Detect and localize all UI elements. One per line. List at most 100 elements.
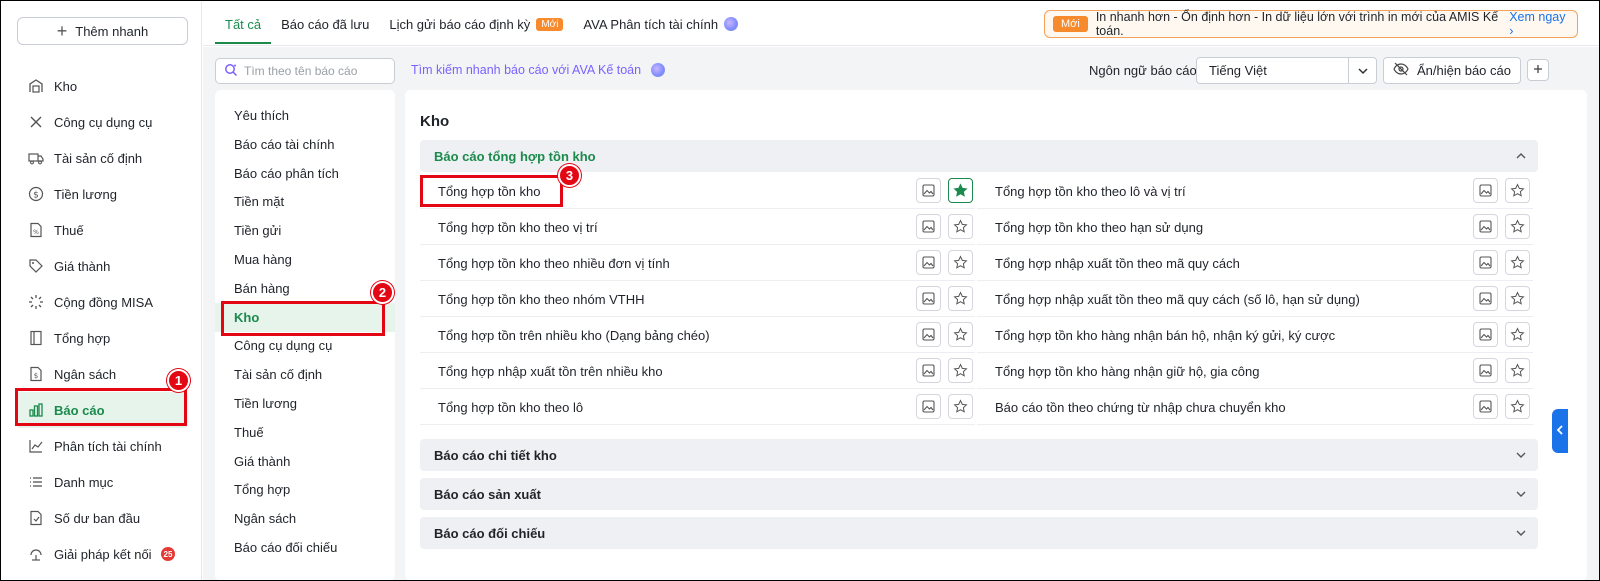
report-category-item[interactable]: Báo cáo đối chiếu (215, 533, 395, 562)
report-language-select[interactable]: Tiếng Việt (1196, 57, 1377, 84)
report-name-link[interactable]: Tổng hợp tồn kho theo nhóm VTHH (438, 292, 645, 307)
report-name-link[interactable]: Tổng hợp tồn kho (438, 184, 540, 199)
star-icon[interactable] (1505, 250, 1530, 275)
tab-all[interactable]: Tất cả (215, 2, 272, 46)
report-category-item[interactable]: Tiền mặt (215, 187, 395, 216)
report-search-input[interactable] (244, 64, 384, 78)
preview-image-icon[interactable] (916, 286, 941, 311)
star-filled-icon[interactable] (948, 178, 973, 203)
tab-ava-financial-analysis[interactable]: AVA Phân tích tài chính (573, 2, 748, 46)
sidebar-item[interactable]: Giải pháp kết nối 25 (16, 536, 188, 572)
star-icon[interactable] (1505, 394, 1530, 419)
sidebar-item-label: Công cụ dụng cụ (54, 114, 153, 130)
star-icon[interactable] (948, 358, 973, 383)
tab-saved-reports[interactable]: Báo cáo đã lưu (271, 2, 379, 46)
star-icon[interactable] (1505, 214, 1530, 239)
report-category-item[interactable]: Thuế (215, 418, 395, 447)
report-name-link[interactable]: Tổng hợp tồn kho hàng nhận giữ hộ, gia c… (995, 364, 1259, 379)
sidebar-item[interactable]: Giá thành (16, 248, 188, 284)
report-name-link[interactable]: Tổng hợp nhập xuất tồn theo mã quy cách (995, 256, 1240, 271)
report-name-link[interactable]: Tổng hợp nhập xuất tồn trên nhiều kho (438, 364, 663, 379)
sidebar-item[interactable]: Tài sản cố định (16, 140, 188, 176)
report-category-item[interactable]: Giá thành (215, 447, 395, 476)
report-category-item[interactable]: Công cụ dụng cụ (215, 331, 395, 360)
report-category-item[interactable]: Yêu thích (215, 101, 395, 130)
new-badge: Mới (1053, 16, 1088, 32)
ava-quick-search-link[interactable]: Tìm kiếm nhanh báo cáo với AVA Kế toán (411, 63, 666, 77)
report-name-link[interactable]: Báo cáo tồn theo chứng từ nhập chưa chuy… (995, 400, 1286, 415)
show-hide-reports-button[interactable]: Ẩn/hiện báo cáo (1383, 57, 1521, 84)
star-icon[interactable] (948, 214, 973, 239)
report-category-item[interactable]: Tiền gửi (215, 216, 395, 245)
report-name-link[interactable]: Tổng hợp nhập xuất tồn theo mã quy cách … (995, 292, 1360, 307)
report-category-item[interactable]: Ngân sách (215, 504, 395, 533)
star-icon[interactable] (948, 322, 973, 347)
report-name-link[interactable]: Tổng hợp tồn kho theo lô (438, 400, 583, 415)
sidebar-item[interactable]: Danh mục (16, 464, 188, 500)
report-name-link[interactable]: Tổng hợp tồn kho theo nhiều đơn vị tính (438, 256, 670, 271)
sidebar-item[interactable]: Tổng hợp (16, 320, 188, 356)
ai-search-icon (224, 63, 238, 80)
report-category-item[interactable]: Báo cáo tài chính (215, 130, 395, 159)
truck-icon (28, 150, 44, 166)
report-category-item[interactable]: Tổng hợp (215, 475, 395, 504)
report-name-link[interactable]: Tổng hợp tồn kho theo lô và vị trí (995, 184, 1186, 199)
report-group-header[interactable]: Báo cáo chi tiết kho (420, 439, 1538, 471)
sidebar-item[interactable]: Công cụ dụng cụ (16, 104, 188, 140)
sidebar-item[interactable]: $ Tiền lương (16, 176, 188, 212)
preview-image-icon[interactable] (1473, 358, 1498, 383)
preview-image-icon[interactable] (1473, 286, 1498, 311)
preview-image-icon[interactable] (1473, 214, 1498, 239)
report-name-link[interactable]: Tổng hợp tồn kho hàng nhận bán hộ, nhận … (995, 328, 1335, 343)
preview-image-icon[interactable] (1473, 394, 1498, 419)
star-icon[interactable] (948, 250, 973, 275)
report-category-item[interactable]: Kho (215, 302, 395, 332)
star-icon[interactable] (948, 394, 973, 419)
preview-image-icon[interactable] (916, 178, 941, 203)
report-category-item[interactable]: Mua hàng (215, 245, 395, 274)
summary-icon (28, 330, 44, 346)
report-name-link[interactable]: Tổng hợp tồn trên nhiều kho (Dạng bảng c… (438, 328, 710, 343)
sidebar-item-label: Tổng hợp (54, 330, 111, 346)
sidebar-item-label: Giải pháp kết nối (54, 546, 152, 562)
sidebar-item-label: Phân tích tài chính (54, 438, 162, 454)
view-now-link[interactable]: Xem ngay › (1509, 10, 1569, 38)
report-category-item[interactable]: Báo cáo phân tích (215, 159, 395, 188)
preview-image-icon[interactable] (916, 394, 941, 419)
report-name-link[interactable]: Tổng hợp tồn kho theo hạn sử dụng (995, 220, 1203, 235)
preview-image-icon[interactable] (1473, 322, 1498, 347)
preview-image-icon[interactable] (916, 358, 941, 383)
preview-image-icon[interactable] (916, 250, 941, 275)
report-group-header[interactable]: Báo cáo sản xuất (420, 478, 1538, 510)
preview-image-icon[interactable] (1473, 250, 1498, 275)
sidebar-item[interactable]: Kho (16, 68, 188, 104)
report-group-title: Báo cáo sản xuất (434, 486, 541, 502)
star-icon[interactable] (1505, 358, 1530, 383)
sidebar-item[interactable]: Cộng đồng MISA (16, 284, 188, 320)
star-icon[interactable] (948, 286, 973, 311)
sidebar-item[interactable]: Báo cáo (16, 392, 188, 428)
report-group-header[interactable]: Báo cáo đối chiếu (420, 517, 1538, 549)
report-category-item[interactable]: Bán hàng (215, 274, 395, 303)
sidebar-item[interactable]: % Thuế (16, 212, 188, 248)
report-category-item[interactable]: Tiền lương (215, 389, 395, 418)
sidebar-item[interactable]: Số dư ban đầu (16, 500, 188, 536)
star-icon[interactable] (1505, 178, 1530, 203)
tab-scheduled-reports[interactable]: Lịch gửi báo cáo định kỳ Mới (379, 2, 573, 46)
report-row: Tổng hợp tồn kho theo vị trí (420, 209, 975, 245)
svg-text:%: % (33, 229, 39, 236)
add-report-button[interactable] (1527, 59, 1549, 81)
report-group-header[interactable]: Báo cáo tổng hợp tồn kho (420, 140, 1538, 172)
star-icon[interactable] (1505, 322, 1530, 347)
preview-image-icon[interactable] (916, 322, 941, 347)
quick-add-button[interactable]: + Thêm nhanh (17, 17, 188, 45)
collapse-panel-handle[interactable] (1552, 409, 1568, 453)
quick-add-label: Thêm nhanh (75, 23, 149, 39)
sidebar-item[interactable]: Phân tích tài chính (16, 428, 188, 464)
sidebar-item[interactable]: $ Ngân sách (16, 356, 188, 392)
preview-image-icon[interactable] (1473, 178, 1498, 203)
report-category-item[interactable]: Tài sản cố định (215, 360, 395, 389)
preview-image-icon[interactable] (916, 214, 941, 239)
star-icon[interactable] (1505, 286, 1530, 311)
report-name-link[interactable]: Tổng hợp tồn kho theo vị trí (438, 220, 598, 235)
